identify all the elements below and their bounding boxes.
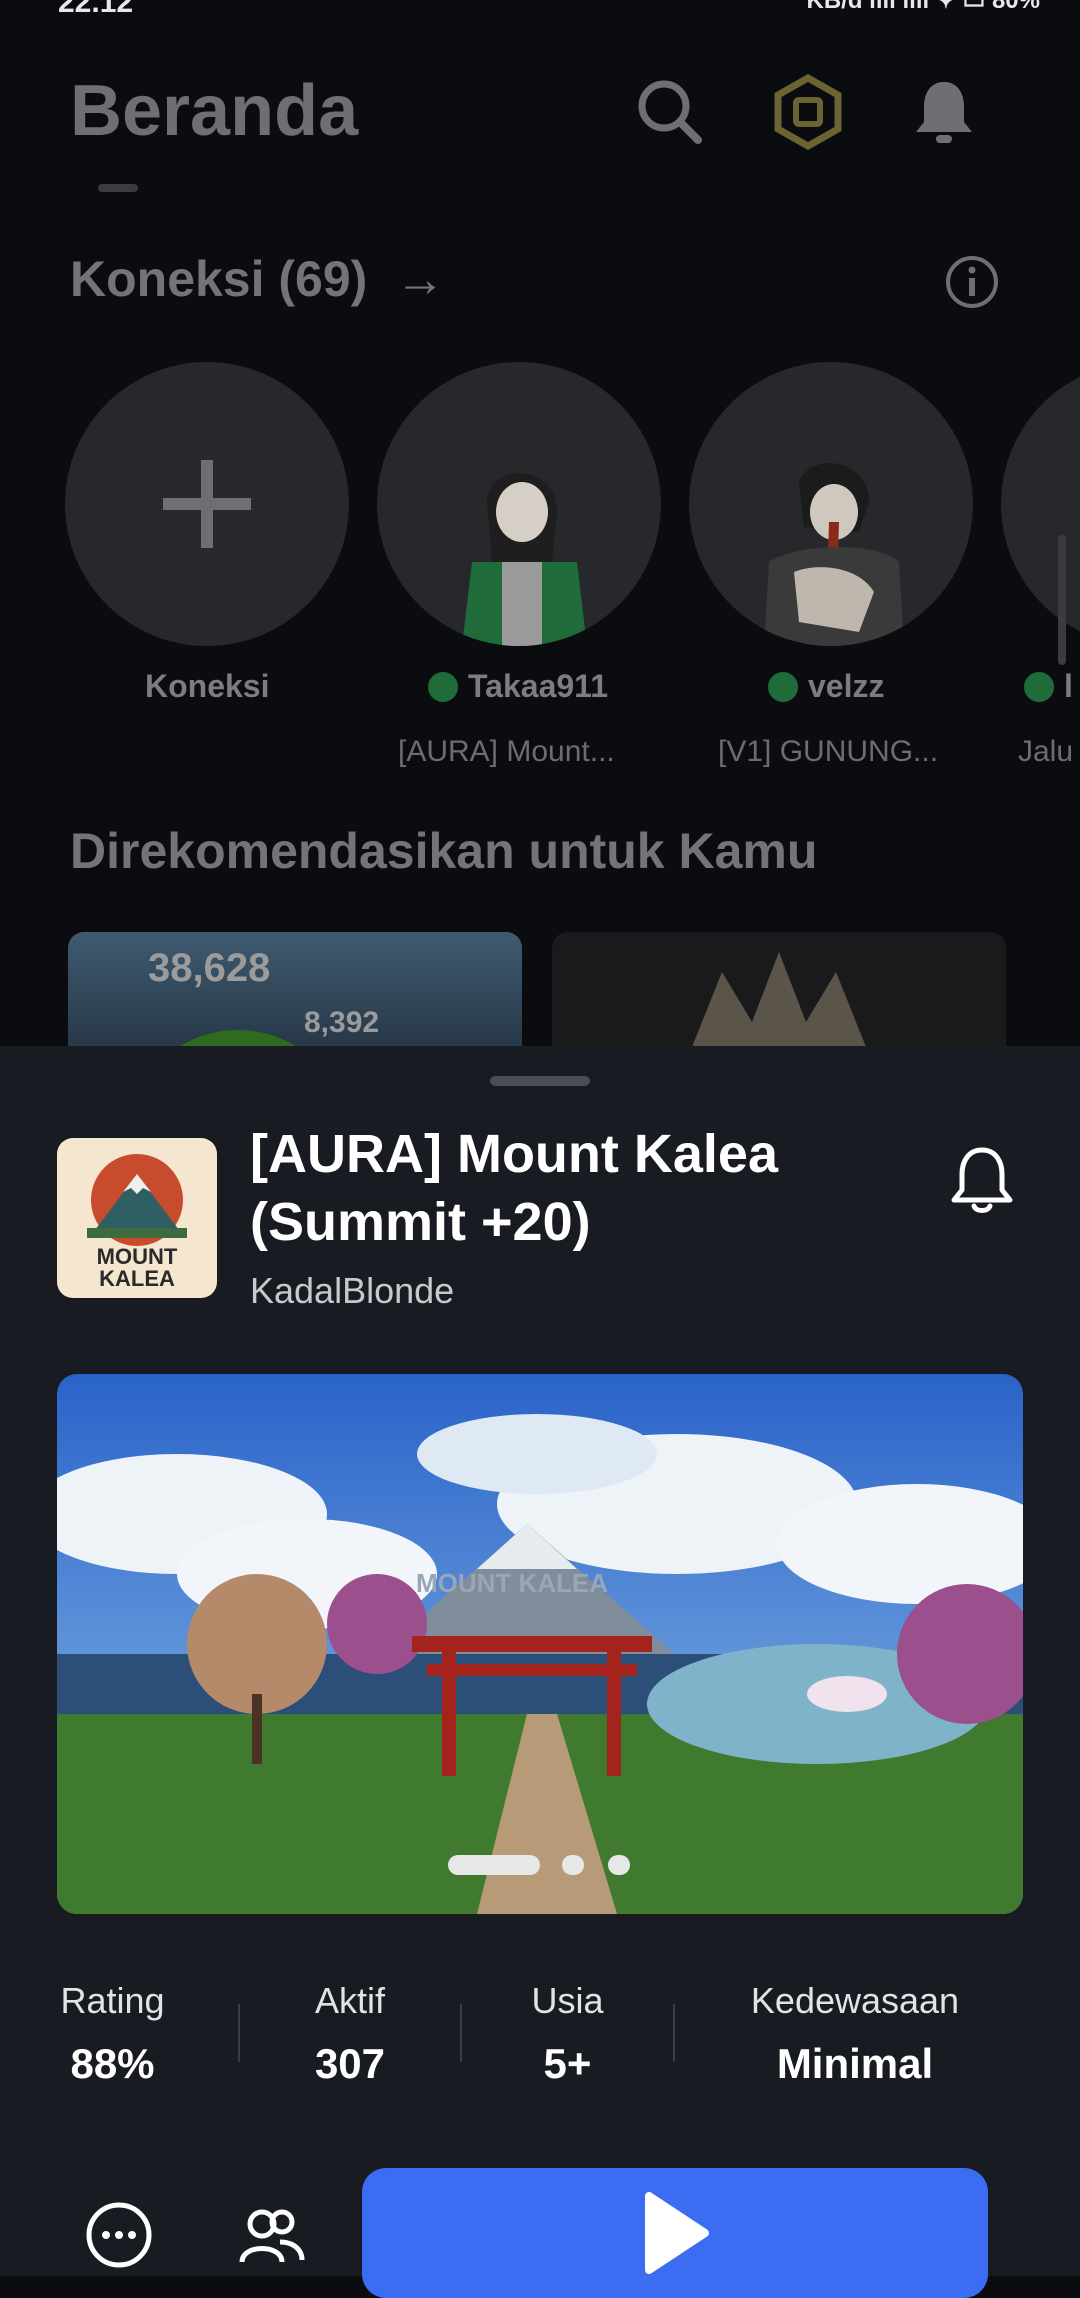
- carousel-dot-active[interactable]: [448, 1855, 540, 1875]
- game-thumbnail: MOUNT KALEA: [57, 1374, 1023, 1914]
- stat-divider: [460, 2004, 462, 2062]
- mount-kalea-logo: MOUNT KALEA: [87, 1154, 187, 1291]
- card-art: [692, 952, 866, 1046]
- online-indicator: [768, 672, 798, 702]
- home-page-dimmed: 22.12 KB/d ııll ııll ✦ ▭ 80% Beranda Kon…: [0, 0, 1080, 1046]
- stat-label-maturity: Kedewasaan: [750, 1980, 960, 2021]
- connection-game[interactable]: [V1] GUNUNG...: [718, 735, 938, 769]
- sheet-drag-handle[interactable]: [490, 1076, 590, 1086]
- online-indicator: [1024, 672, 1054, 702]
- plus-icon: [163, 460, 251, 548]
- card-big-number: 38,628: [148, 946, 271, 990]
- connections-title[interactable]: Koneksi (69) →: [70, 250, 445, 308]
- hero-sign: MOUNT KALEA: [416, 1568, 608, 1598]
- logo-line2: KALEA: [99, 1266, 175, 1291]
- connection-name-text: velzz: [808, 668, 885, 704]
- scroll-hint: [98, 184, 138, 192]
- stat-divider: [238, 2004, 240, 2062]
- play-button[interactable]: [362, 2168, 988, 2298]
- stat-label-rating: Rating: [60, 1980, 165, 2021]
- connections-title-text: Koneksi (69): [70, 251, 368, 307]
- connection-game[interactable]: [AURA] Mount...: [398, 735, 615, 769]
- arrow-right-icon: →: [395, 251, 446, 307]
- connection-name-velzz: velzz: [768, 668, 884, 705]
- recommended-card[interactable]: [552, 932, 1006, 1046]
- card-bg: [68, 932, 522, 1046]
- connection-name-partial: l: [1024, 668, 1073, 705]
- recommended-card[interactable]: 38,628 8,392: [68, 932, 522, 1046]
- stat-value-active: 307: [314, 2040, 386, 2087]
- connection-name-text: Takaa911: [468, 668, 608, 704]
- connection-avatar-partial[interactable]: [1001, 362, 1080, 646]
- status-time: 22.12: [58, 0, 134, 19]
- more-icon[interactable]: [84, 2200, 154, 2270]
- connection-avatar-velzz[interactable]: [689, 362, 973, 646]
- connection-name-takaa911: Takaa911: [428, 668, 608, 705]
- add-connection-button[interactable]: [65, 362, 349, 646]
- avatar: [462, 473, 587, 646]
- party-icon[interactable]: [236, 2200, 306, 2270]
- game-title: [AURA] Mount Kalea (Summit +20): [250, 1124, 778, 1252]
- connection-name-text: l: [1064, 668, 1073, 704]
- bell-icon[interactable]: [904, 72, 984, 152]
- carousel-dot[interactable]: [562, 1855, 584, 1875]
- online-indicator: [428, 672, 458, 702]
- avatar: [764, 463, 904, 646]
- stat-label-active: Aktif: [314, 1980, 385, 2021]
- play-icon: [645, 2192, 709, 2274]
- game-creator[interactable]: KadalBlonde: [250, 1270, 454, 1312]
- status-bar: 22.12 KB/d ııll ııll ✦ ▭ 80%: [0, 0, 1080, 28]
- stat-value-maturity: Minimal: [776, 2040, 934, 2087]
- connection-game[interactable]: Jalu: [1018, 735, 1073, 769]
- stat-divider: [673, 2004, 675, 2062]
- connection-avatar-takaa911[interactable]: [377, 362, 661, 646]
- stat-value-rating: 88%: [70, 2040, 155, 2087]
- card-small-number: 8,392: [304, 1006, 380, 1039]
- game-thumbnail-carousel[interactable]: MOUNT KALEA: [57, 1374, 1023, 1914]
- connection-name: Koneksi: [145, 668, 270, 704]
- recommended-title: Direkomendasikan untuk Kamu: [70, 823, 818, 879]
- scrollbar[interactable]: [1058, 535, 1066, 665]
- stat-label-age: Usia: [531, 1980, 604, 2021]
- notify-bell-icon[interactable]: [940, 1138, 1024, 1222]
- page-title: Beranda: [70, 71, 359, 151]
- carousel-dot[interactable]: [608, 1855, 630, 1875]
- game-icon[interactable]: MOUNT KALEA: [57, 1138, 217, 1298]
- robux-icon[interactable]: [768, 72, 848, 152]
- info-icon[interactable]: [944, 254, 1000, 310]
- status-indicators: KB/d ııll ııll ✦ ▭ 80%: [806, 0, 1041, 14]
- search-icon[interactable]: [630, 72, 710, 152]
- stat-value-age: 5+: [543, 2040, 592, 2087]
